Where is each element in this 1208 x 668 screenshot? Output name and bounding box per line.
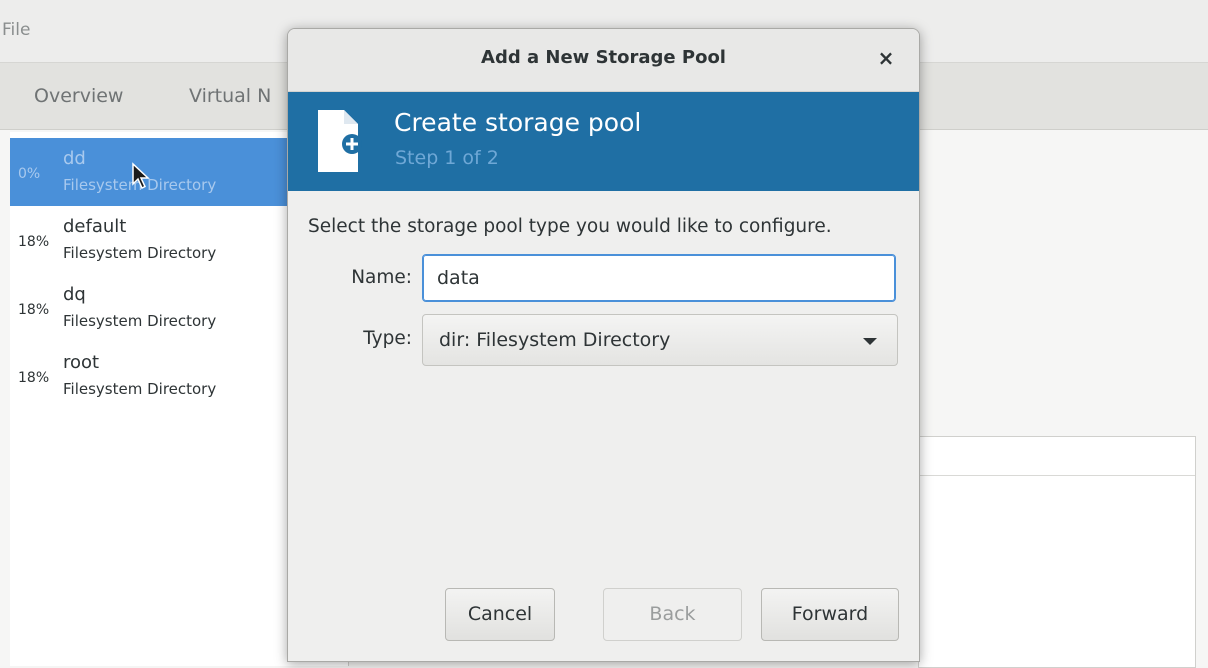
pool-name: dq xyxy=(63,284,86,305)
details-panel-header xyxy=(919,437,1195,476)
name-label: Name: xyxy=(351,267,412,288)
type-label: Type: xyxy=(363,328,412,349)
pool-name: root xyxy=(63,352,100,373)
tab-overview[interactable]: Overview xyxy=(34,85,123,107)
pool-usage: 18% xyxy=(18,234,50,250)
type-select[interactable]: dir: Filesystem Directory xyxy=(422,314,898,366)
name-input[interactable]: data xyxy=(422,254,896,302)
pool-name: dd xyxy=(63,148,86,169)
forward-button[interactable]: Forward xyxy=(761,588,899,641)
dialog-title: Add a New Storage Pool xyxy=(481,47,726,68)
wizard-banner: Create storage pool Step 1 of 2 xyxy=(288,92,919,191)
close-icon[interactable]: × xyxy=(871,43,901,73)
pool-usage: 0% xyxy=(18,166,41,182)
back-button[interactable]: Back xyxy=(603,588,742,641)
pool-usage: 18% xyxy=(18,370,50,386)
mouse-pointer-icon xyxy=(132,162,150,190)
pool-type: Filesystem Directory xyxy=(63,244,217,262)
new-document-icon xyxy=(318,110,362,172)
menu-file[interactable]: File xyxy=(2,20,30,40)
type-select-value: dir: Filesystem Directory xyxy=(439,329,671,351)
details-panel xyxy=(918,436,1196,668)
pool-usage: 18% xyxy=(18,302,50,318)
pool-name: default xyxy=(63,216,127,237)
wizard-step: Step 1 of 2 xyxy=(395,147,499,169)
dialog-titlebar: Add a New Storage Pool × xyxy=(288,29,919,92)
tab-virtual-networks[interactable]: Virtual N xyxy=(189,85,271,107)
wizard-title: Create storage pool xyxy=(394,108,642,137)
chevron-down-icon xyxy=(863,338,877,345)
pool-type: Filesystem Directory xyxy=(63,380,217,398)
pool-type: Filesystem Directory xyxy=(63,312,217,330)
instructions-text: Select the storage pool type you would l… xyxy=(308,216,832,237)
cancel-button[interactable]: Cancel xyxy=(445,588,555,641)
add-storage-pool-dialog: Add a New Storage Pool × Create storage … xyxy=(287,28,920,662)
